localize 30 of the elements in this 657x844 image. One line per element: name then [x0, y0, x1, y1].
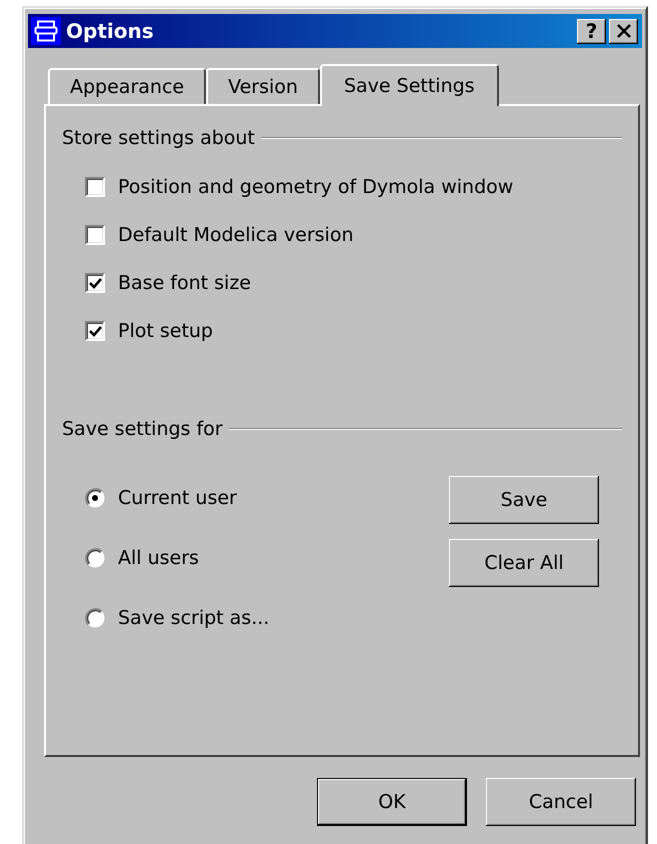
checkbox-label: Default Modelica version	[118, 224, 354, 246]
radio-button[interactable]	[85, 548, 105, 568]
tab[interactable]: Version	[206, 68, 320, 104]
checkbox-label: Position and geometry of Dymola window	[118, 176, 514, 198]
checkbox[interactable]	[85, 225, 105, 245]
checkbox[interactable]	[85, 321, 105, 341]
radio-label: Current user	[118, 487, 237, 509]
radio-label: All users	[118, 547, 199, 569]
tab[interactable]: Appearance	[48, 68, 206, 104]
checkbox-label: Plot setup	[118, 320, 213, 342]
dialog-button[interactable]: OK	[317, 778, 467, 826]
check-icon	[88, 325, 102, 337]
tab[interactable]: Save Settings	[320, 64, 499, 106]
help-button[interactable]: ?	[577, 18, 606, 44]
checkbox[interactable]	[85, 273, 105, 293]
action-button[interactable]: Save	[449, 476, 599, 524]
checkbox-label: Base font size	[118, 272, 251, 294]
radio-button[interactable]	[85, 608, 105, 628]
radio-button[interactable]	[85, 488, 105, 508]
action-button[interactable]: Clear All	[449, 539, 599, 587]
dialog-button[interactable]: Cancel	[486, 778, 636, 826]
printer-icon	[31, 17, 61, 45]
group-label: Store settings about	[62, 127, 255, 149]
close-icon	[616, 24, 632, 38]
checkbox[interactable]	[85, 177, 105, 197]
radio-label: Save script as...	[118, 607, 270, 629]
window-title: Options	[66, 19, 155, 43]
check-icon	[88, 277, 102, 289]
group-label: Save settings for	[62, 418, 223, 440]
close-button[interactable]	[609, 18, 638, 44]
